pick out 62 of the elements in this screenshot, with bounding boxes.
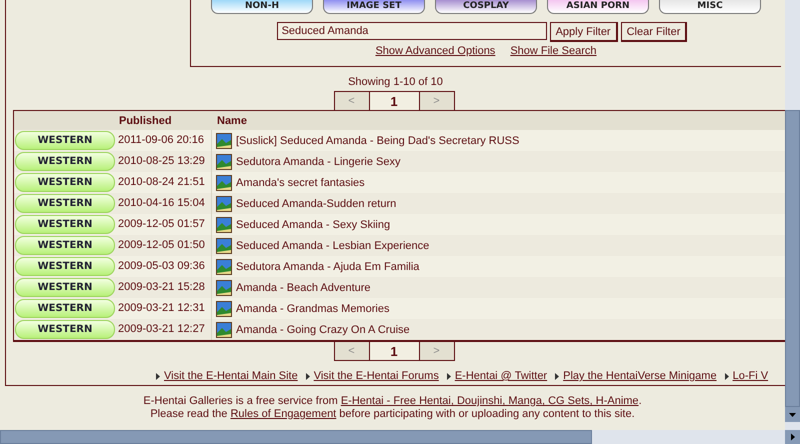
category-tag[interactable]: WESTERN bbox=[15, 278, 115, 297]
footer-text: Please read the Rules of Engagement before participating with or uploading any content to this site. bbox=[150, 408, 635, 421]
footer-link[interactable]: Visit the E-Hentai Forums bbox=[314, 370, 439, 382]
image-icon bbox=[216, 132, 232, 148]
image-icon bbox=[216, 238, 232, 254]
gallery-link[interactable]: Amanda's secret fantasies bbox=[236, 176, 365, 188]
category-tag[interactable]: WESTERN bbox=[15, 236, 115, 255]
filter-button[interactable]: Apply Filter bbox=[550, 22, 618, 42]
category-tag[interactable]: WESTERN bbox=[15, 194, 115, 213]
search-field[interactable]: Seduced Amanda bbox=[276, 22, 547, 40]
options-link[interactable]: Show Advanced Options bbox=[375, 45, 496, 57]
category-button[interactable]: NON-H bbox=[211, 0, 313, 14]
scrollbar-thumb[interactable] bbox=[785, 110, 800, 407]
gallery-link[interactable]: Sedutora Amanda - Ajuda Em Familia bbox=[236, 260, 420, 272]
category-button[interactable]: COSPLAY bbox=[435, 0, 537, 14]
gallery-link[interactable]: Amanda - Grandmas Memories bbox=[236, 302, 390, 314]
category-button[interactable]: IMAGE SET bbox=[323, 0, 425, 14]
footer-link[interactable]: Lo-Fi V bbox=[732, 370, 768, 382]
category-button[interactable]: ASIAN PORN bbox=[547, 0, 649, 14]
arrow-icon bbox=[446, 372, 451, 380]
gallery-link[interactable]: Amanda - Beach Adventure bbox=[236, 282, 371, 294]
column-header: Published bbox=[118, 114, 173, 126]
image-icon bbox=[216, 280, 232, 296]
category-tag[interactable]: WESTERN bbox=[15, 215, 115, 234]
image-icon bbox=[216, 196, 232, 212]
category-button[interactable]: MISC bbox=[659, 0, 761, 14]
arrow-icon bbox=[724, 372, 729, 380]
footer-link[interactable]: Rules of Engagement bbox=[230, 408, 336, 420]
category-tag[interactable]: WESTERN bbox=[15, 152, 115, 171]
category-tag[interactable]: WESTERN bbox=[15, 173, 115, 192]
category-tag[interactable]: WESTERN bbox=[15, 299, 115, 318]
image-icon bbox=[216, 174, 232, 190]
footer-link[interactable]: E-Hentai - Free Hentai, Doujinshi, Manga, CG Sets, H-Anime bbox=[340, 395, 639, 407]
category-tag[interactable]: WESTERN bbox=[15, 320, 115, 339]
gallery-link[interactable]: Amanda - Going Crazy On A Cruise bbox=[236, 324, 410, 336]
gallery-link[interactable]: Seduced Amanda - Sexy Skiing bbox=[236, 218, 390, 230]
result-count: Showing 1-10 of 10 bbox=[348, 76, 443, 88]
options-link[interactable]: Show File Search bbox=[510, 45, 597, 57]
arrow-icon bbox=[555, 372, 560, 380]
column-header: Name bbox=[216, 114, 248, 126]
arrow-icon bbox=[156, 372, 160, 380]
footer-text: E-Hentai Galleries is a free service from E-Hentai - Free Hentai, Doujinshi, Manga, CG Sets, H-Anime. bbox=[143, 395, 642, 408]
image-icon bbox=[216, 154, 232, 170]
footer-link[interactable]: E-Hentai @ Twitter bbox=[454, 370, 548, 382]
gallery-link[interactable]: [Suslick] Seduced Amanda - Being Dad's Secretary RUSS bbox=[236, 134, 520, 146]
gallery-link[interactable]: Sedutora Amanda - Lingerie Sexy bbox=[236, 156, 400, 168]
arrow-icon bbox=[306, 372, 310, 380]
gallery-link[interactable]: Seduced Amanda-Sudden return bbox=[236, 198, 396, 210]
image-icon bbox=[216, 322, 232, 338]
category-tag[interactable]: WESTERN bbox=[15, 131, 115, 150]
footer-link[interactable]: Visit the E-Hentai Main Site bbox=[164, 370, 298, 382]
image-icon bbox=[216, 300, 232, 316]
pager-tab[interactable]: 1 bbox=[368, 91, 420, 110]
image-icon bbox=[216, 216, 232, 232]
category-tag[interactable]: WESTERN bbox=[15, 257, 115, 276]
filter-button[interactable]: Clear Filter bbox=[620, 22, 688, 42]
pager-tab[interactable]: 1 bbox=[368, 342, 420, 361]
image-icon bbox=[216, 258, 232, 274]
gallery-link[interactable]: Seduced Amanda - Lesbian Experience bbox=[236, 240, 430, 252]
scrollbar-thumb[interactable] bbox=[0, 430, 592, 444]
date-cell: 2009-03-21 12:27 bbox=[116, 319, 212, 340]
footer-link[interactable]: Play the HentaiVerse Minigame bbox=[563, 370, 717, 382]
